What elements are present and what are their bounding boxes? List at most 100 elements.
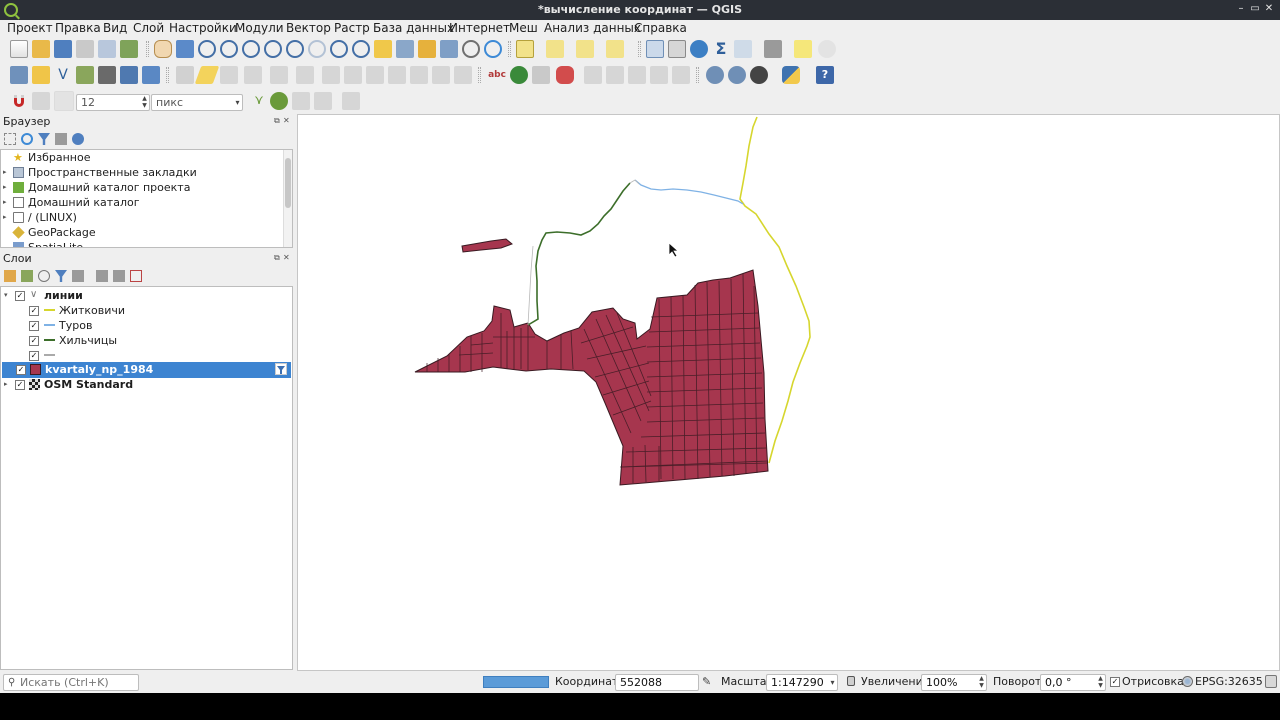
label-highlight-icon[interactable] xyxy=(556,66,574,84)
menu-help[interactable]: Справка xyxy=(633,21,688,36)
kvartaly-polygon-small[interactable] xyxy=(461,238,513,253)
toolbar-grip[interactable] xyxy=(478,67,481,83)
undo-icon[interactable] xyxy=(410,66,428,84)
snapping-magnet-icon[interactable] xyxy=(10,92,28,110)
add-mesh-layer-icon[interactable] xyxy=(98,66,116,84)
osm-download-icon[interactable] xyxy=(750,66,768,84)
menu-raster[interactable]: Растр xyxy=(333,21,371,36)
select-features-icon[interactable] xyxy=(516,40,534,58)
refresh-browser-icon[interactable] xyxy=(21,133,33,145)
save-project-icon[interactable] xyxy=(54,40,72,58)
float-panel-icon[interactable]: ⧉ xyxy=(274,117,282,125)
filter-indicator-icon[interactable] xyxy=(275,363,287,375)
collapse-all-icon[interactable] xyxy=(55,133,67,145)
modify-attributes-icon[interactable] xyxy=(296,66,314,84)
zoom-native-icon[interactable] xyxy=(308,40,326,58)
temporal-controller-icon[interactable] xyxy=(462,40,480,58)
delete-icon[interactable] xyxy=(454,66,472,84)
print-layout-icon[interactable] xyxy=(98,40,116,58)
crs-globe-icon[interactable] xyxy=(1182,676,1193,687)
add-selected-layers-icon[interactable] xyxy=(4,133,16,145)
menu-project[interactable]: Проект xyxy=(6,21,54,36)
advanced-snapping-icon[interactable] xyxy=(342,92,360,110)
paste-features-icon[interactable] xyxy=(388,66,406,84)
expand-arrow-icon[interactable]: ▸ xyxy=(3,180,11,195)
browser-item-favorites[interactable]: ★ Избранное xyxy=(1,150,291,165)
new-geopackage-layer-icon[interactable] xyxy=(32,66,50,84)
toolbar-grip[interactable] xyxy=(508,41,511,57)
save-edits-icon[interactable] xyxy=(220,66,238,84)
filter-expression-icon[interactable] xyxy=(72,270,84,282)
browser-item-geopackage[interactable]: GeoPackage xyxy=(1,225,291,240)
menu-web[interactable]: Интернет xyxy=(448,21,511,36)
visibility-checkbox[interactable]: ✓ xyxy=(29,321,39,331)
change-label-icon[interactable] xyxy=(672,66,690,84)
toolbar-grip[interactable] xyxy=(166,67,169,83)
menu-vector[interactable]: Вектор xyxy=(285,21,332,36)
python-console-icon[interactable] xyxy=(782,66,800,84)
browser-scrollbar[interactable] xyxy=(283,150,292,247)
magnifier-field[interactable]: 100% ▲ ▼ xyxy=(921,674,987,691)
zoom-next-icon[interactable] xyxy=(352,40,370,58)
zoom-to-layer-icon[interactable] xyxy=(286,40,304,58)
new-bookmark-icon[interactable] xyxy=(418,40,436,58)
visibility-checkbox[interactable]: ✓ xyxy=(29,351,39,361)
visibility-checkbox[interactable]: ✓ xyxy=(15,380,25,390)
style-manager-icon[interactable] xyxy=(120,40,138,58)
close-window-icon[interactable]: ✕ xyxy=(1262,2,1276,16)
open-project-icon[interactable] xyxy=(32,40,50,58)
refresh-icon[interactable] xyxy=(484,40,502,58)
rotate-label-icon[interactable] xyxy=(650,66,668,84)
lock-scale-icon[interactable] xyxy=(847,676,855,686)
snapping-units-select[interactable]: пикс ▾ xyxy=(151,94,243,111)
open-field-calculator-icon[interactable] xyxy=(734,40,752,58)
current-edits-icon[interactable] xyxy=(176,66,194,84)
new-map-view-icon[interactable] xyxy=(374,40,392,58)
browser-item-root[interactable]: ▸ / (LINUX) xyxy=(1,210,291,225)
statistics-sigma-icon[interactable]: Σ xyxy=(712,40,730,58)
menu-layer[interactable]: Слой xyxy=(132,21,165,36)
help-icon[interactable]: ? xyxy=(816,66,834,84)
toolbar-grip[interactable] xyxy=(146,41,149,57)
pin-labels-icon[interactable] xyxy=(584,66,602,84)
filter-legend-icon[interactable] xyxy=(55,270,67,282)
move-label-icon[interactable] xyxy=(628,66,646,84)
menu-edit[interactable]: Правка xyxy=(54,21,102,36)
redo-icon[interactable] xyxy=(432,66,450,84)
locator-search-field[interactable]: ⚲ xyxy=(3,674,139,691)
copy-features-icon[interactable] xyxy=(366,66,384,84)
collapse-all-layers-icon[interactable] xyxy=(113,270,125,282)
visibility-checkbox[interactable]: ✓ xyxy=(16,365,26,375)
digitize-icon[interactable] xyxy=(244,66,262,84)
toolbar-grip[interactable] xyxy=(638,41,641,57)
browser-item-spatialite[interactable]: SpatiaLite xyxy=(1,240,291,247)
save-as-icon[interactable] xyxy=(76,40,94,58)
render-checkbox[interactable]: ✓ xyxy=(1110,677,1120,687)
diagram-icon[interactable] xyxy=(532,66,550,84)
expand-arrow-icon[interactable]: ▸ xyxy=(3,165,11,180)
rotation-field[interactable]: 0,0 ° ▲ ▼ xyxy=(1040,674,1106,691)
zoom-last-icon[interactable] xyxy=(330,40,348,58)
add-raster-layer-icon[interactable] xyxy=(76,66,94,84)
delete-selected-icon[interactable] xyxy=(322,66,340,84)
show-bookmarks-icon[interactable] xyxy=(440,40,458,58)
visibility-checkbox[interactable]: ✓ xyxy=(29,306,39,316)
maximize-icon[interactable]: ▭ xyxy=(1248,2,1262,16)
pan-to-selection-icon[interactable] xyxy=(176,40,194,58)
magnifier-spinner-icon[interactable]: ▲ ▼ xyxy=(977,675,986,690)
close-panel-icon[interactable]: ✕ xyxy=(283,254,291,262)
zoom-to-selection-icon[interactable] xyxy=(264,40,282,58)
pan-hand-icon[interactable] xyxy=(154,40,172,58)
coordinates-field[interactable]: 552088 5765203 xyxy=(615,674,699,704)
layer-line-khilchitsy[interactable]: ✓ Хильчицы xyxy=(1,333,291,348)
zoom-full-icon[interactable] xyxy=(242,40,260,58)
filter-browser-icon[interactable] xyxy=(38,133,50,145)
map-canvas[interactable] xyxy=(297,114,1280,671)
remove-layer-icon[interactable] xyxy=(130,270,142,282)
line-khilchitsy[interactable] xyxy=(527,182,631,326)
expand-arrow-icon[interactable]: ▸ xyxy=(3,195,11,210)
zoom-out-icon[interactable] xyxy=(220,40,238,58)
snapping-mode-icon[interactable] xyxy=(32,92,50,110)
menu-database[interactable]: База данных xyxy=(372,21,455,36)
line-grey[interactable] xyxy=(527,179,640,326)
